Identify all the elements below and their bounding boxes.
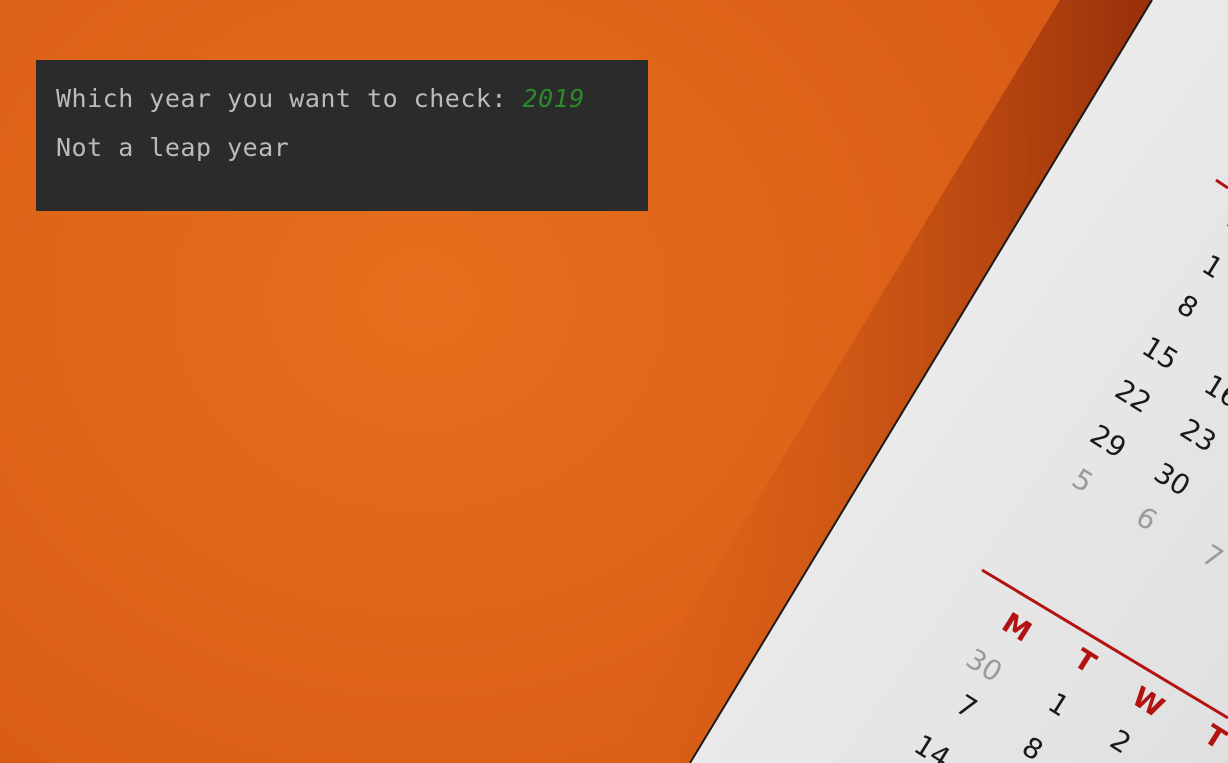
console-result-line: Not a leap year	[56, 133, 290, 162]
console-input-value[interactable]: 2019	[523, 84, 585, 113]
console-prompt: Which year you want to check:	[56, 84, 523, 113]
calendar-page	[690, 0, 1228, 763]
console-prompt-line: Which year you want to check: 2019	[56, 74, 628, 123]
console-output-panel: Which year you want to check: 2019 Not a…	[36, 60, 648, 211]
